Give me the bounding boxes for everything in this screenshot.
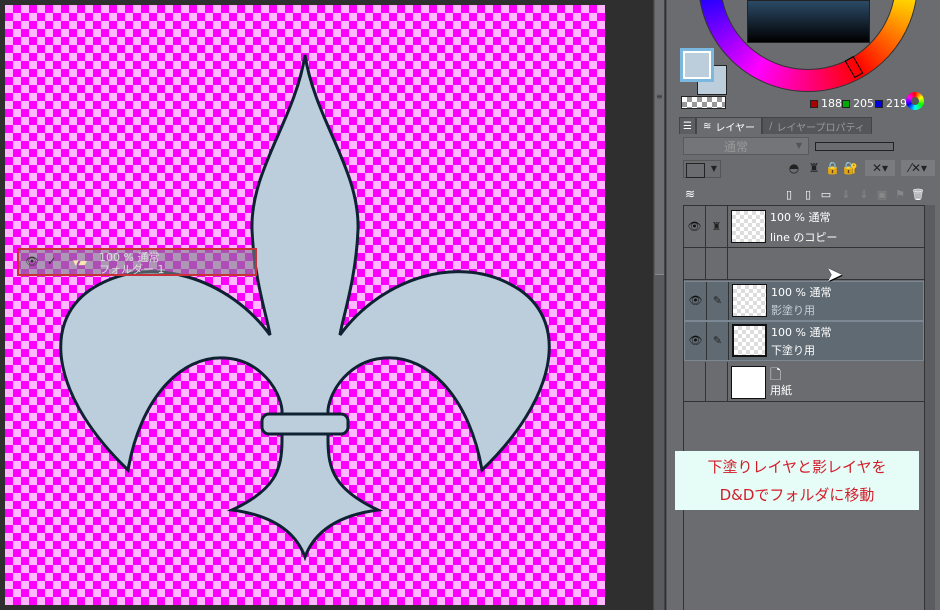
visibility-eye-icon[interactable]: 👁	[684, 206, 706, 247]
layer-row[interactable]: 👁 ✎ 100 % 通常 下塗り用	[684, 321, 924, 361]
blend-mode-value: 通常	[724, 140, 749, 154]
merge-down-icon[interactable]: ⇓	[839, 187, 853, 202]
annotation-note: 下塗りレイヤと影レイヤを D&Dでフォルダに移動	[675, 451, 919, 510]
visibility-eye-icon[interactable]	[684, 248, 706, 279]
blue-value-text: 219	[886, 97, 907, 110]
scrollbar-thumb[interactable]	[655, 0, 664, 275]
tab-label: レイヤープロパティ	[776, 122, 865, 134]
layer-row-paper[interactable]: 🗋 用紙	[684, 362, 924, 402]
new-vector-layer-icon[interactable]: ▯	[801, 187, 815, 202]
brush-icon: ✎	[707, 322, 729, 360]
color-wheel-icon[interactable]	[906, 92, 924, 110]
folder-icon: ▾▰	[73, 256, 87, 269]
green-value-text: 205	[853, 97, 874, 110]
check-icon: ✓	[47, 255, 57, 268]
brush-icon: ✎	[707, 282, 729, 320]
layer-opacity-blend: 100 % 通常	[771, 286, 832, 299]
folder-name: フォルダー 1	[99, 263, 165, 276]
draft-dropdown[interactable]: ⁄✕▾	[901, 160, 935, 176]
tab-layer-property[interactable]: ∕ レイヤープロパティ	[762, 117, 872, 134]
reference-layer-icon[interactable]: ♜	[807, 160, 821, 176]
dragged-folder-ghost: 👁 ✓ ▾▰ 100 % 通常 フォルダー 1	[17, 248, 257, 276]
layer-list-scrollbar[interactable]	[925, 205, 935, 610]
layer-opacity-blend: 100 % 通常	[770, 211, 831, 224]
new-raster-layer-icon[interactable]: ▯	[782, 187, 796, 202]
lock-transparency-icon[interactable]: 🔐	[843, 160, 858, 176]
clip-dropdown[interactable]: ✕▾	[865, 160, 895, 176]
layer-thumbnail	[731, 366, 766, 399]
property-icon: ∕	[769, 120, 773, 132]
layer-list: 👁 ♜ 100 % 通常 line のコピー 👁 ✎ 100 % 通常 影塗り用…	[683, 205, 925, 610]
red-value: 188	[810, 97, 842, 110]
layer-opacity-blend: 100 % 通常	[771, 326, 832, 339]
mouse-cursor-icon: ➤	[826, 262, 843, 286]
layer-name: 用紙	[770, 384, 792, 397]
tab-layer[interactable]: ≋ レイヤー	[695, 117, 763, 134]
drawing-canvas[interactable]	[5, 5, 605, 605]
layer-row[interactable]: 👁 ♜ 100 % 通常 line のコピー	[684, 206, 924, 248]
saturation-value-square[interactable]	[747, 0, 870, 43]
merge-visible-icon[interactable]: ⇓	[857, 187, 871, 202]
reference-icon[interactable]: ♜	[706, 206, 728, 247]
layer-name: 影塗り用	[771, 304, 815, 317]
panel-tabs: ☰ ≋ レイヤー ∕ レイヤープロパティ	[679, 117, 872, 134]
mask-add-icon[interactable]: ▣	[875, 187, 889, 202]
annotation-line-2: D&Dでフォルダに移動	[719, 486, 875, 504]
opacity-slider[interactable]	[815, 142, 894, 151]
transparent-color-swatch[interactable]	[681, 96, 726, 109]
mask-icon[interactable]: ◓	[787, 160, 801, 176]
visibility-eye-icon[interactable]: 👁	[685, 282, 707, 320]
blue-value: 219	[875, 97, 907, 110]
grip-icon: ≡	[656, 92, 663, 101]
layer-row-dropslot[interactable]	[684, 248, 924, 280]
right-panel: 188 205 219 ☰ ≋レイヤー ∕レイヤープロパティ 通常 ◓ ♜ 🔒 …	[666, 0, 940, 610]
fleur-de-lis-artwork	[59, 54, 551, 562]
green-value: 205	[842, 97, 874, 110]
new-folder-icon[interactable]: ▭	[819, 187, 833, 202]
lock-icon[interactable]: 🔒	[825, 160, 840, 176]
layer-row[interactable]: 👁 ✎ 100 % 通常 影塗り用	[684, 281, 924, 321]
annotation-line-1: 下塗りレイヤと影レイヤを	[707, 458, 887, 476]
lock-cell	[706, 248, 728, 279]
blend-mode-select[interactable]: 通常	[683, 137, 809, 155]
layer-color-dropdown[interactable]	[683, 160, 721, 178]
tab-label: レイヤー	[715, 122, 756, 134]
layer-name: line のコピー	[770, 231, 838, 244]
red-value-text: 188	[821, 97, 842, 110]
apply-mask-icon[interactable]: ⚑	[893, 187, 907, 202]
layers-stack-icon: ≋	[684, 187, 696, 201]
lock-cell	[706, 362, 728, 401]
layer-thumbnail	[731, 210, 766, 243]
trash-icon[interactable]: 🗑	[911, 187, 925, 202]
layer-thumbnail	[732, 324, 767, 357]
main-color-swatch[interactable]	[680, 48, 714, 82]
layer-name: 下塗り用	[771, 344, 815, 357]
visibility-cell[interactable]	[684, 362, 706, 401]
layers-icon: ≋	[702, 120, 712, 132]
panel-menu-icon[interactable]: ☰	[679, 117, 696, 134]
panel-splitter-scrollbar[interactable]: ≡	[653, 0, 665, 610]
visibility-eye-icon: 👁	[25, 255, 39, 268]
layer-thumbnail	[732, 284, 767, 317]
visibility-eye-icon[interactable]: 👁	[685, 322, 707, 360]
